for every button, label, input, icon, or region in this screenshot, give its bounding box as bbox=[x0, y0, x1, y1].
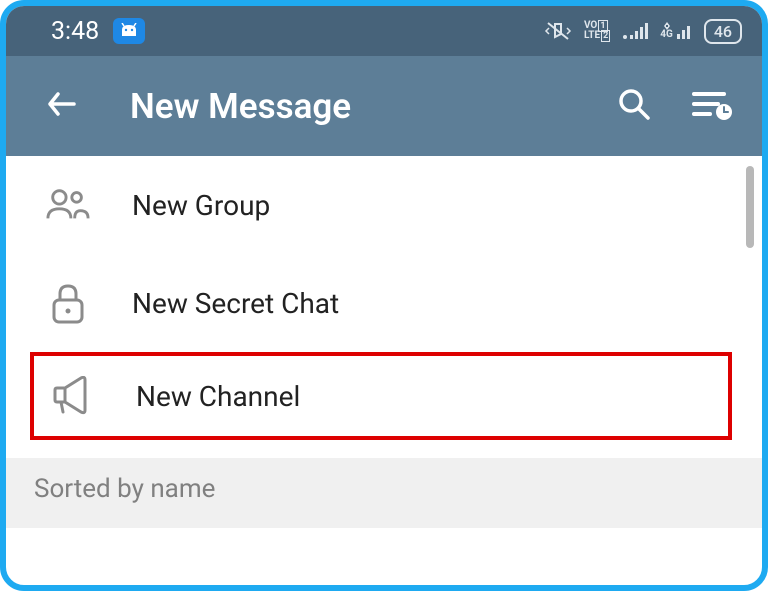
megaphone-icon bbox=[50, 376, 94, 416]
scrollbar-indicator[interactable] bbox=[746, 166, 754, 248]
status-bar: 3:48 bbox=[6, 6, 762, 56]
status-left: 3:48 bbox=[51, 17, 145, 46]
battery-indicator: 46 bbox=[704, 19, 742, 44]
device-frame: 3:48 bbox=[0, 0, 768, 591]
menu-item-label: New Channel bbox=[136, 380, 300, 413]
network-4g-icon: 4G bbox=[660, 22, 692, 40]
status-right: VO1 LTE2 4G bbox=[544, 19, 742, 44]
menu-item-label: New Secret Chat bbox=[132, 287, 339, 320]
group-icon bbox=[46, 187, 90, 223]
app-bar: New Message bbox=[6, 56, 762, 156]
status-time: 3:48 bbox=[51, 17, 99, 46]
menu-item-label: New Group bbox=[132, 189, 270, 222]
content-area: New Group New Secret Chat bbox=[6, 156, 762, 528]
signal-bars-icon bbox=[622, 21, 648, 41]
back-button[interactable] bbox=[44, 86, 80, 126]
annotation-highlight: New Channel bbox=[30, 352, 732, 440]
vibrate-icon bbox=[544, 20, 572, 42]
lock-icon bbox=[46, 282, 90, 324]
page-title: New Message bbox=[130, 86, 566, 127]
new-group-item[interactable]: New Group bbox=[6, 156, 762, 254]
sort-label: Sorted by name bbox=[34, 474, 215, 504]
sort-section: Sorted by name bbox=[6, 458, 762, 528]
volte-icon: VO1 LTE2 bbox=[584, 21, 610, 41]
new-channel-item[interactable]: New Channel bbox=[34, 356, 728, 436]
battery-level: 46 bbox=[714, 22, 732, 41]
search-button[interactable] bbox=[616, 86, 652, 126]
sort-button[interactable] bbox=[690, 86, 734, 126]
android-app-icon bbox=[113, 18, 145, 44]
new-secret-chat-item[interactable]: New Secret Chat bbox=[6, 254, 762, 352]
app-bar-actions bbox=[616, 86, 734, 126]
